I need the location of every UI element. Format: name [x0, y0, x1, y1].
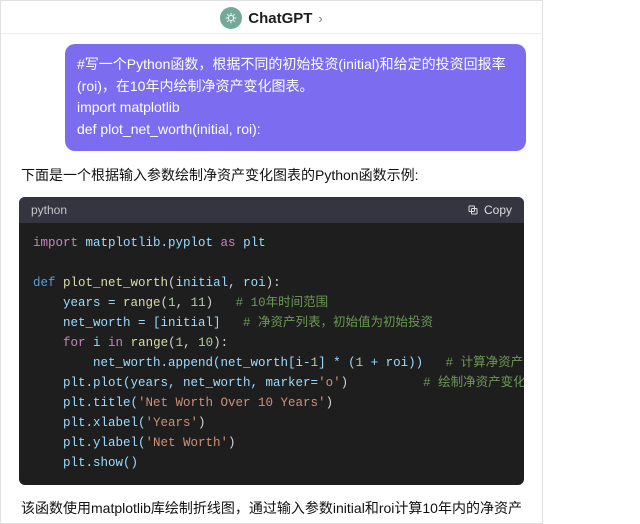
brand-title: ChatGPT	[248, 10, 312, 27]
code-lang-label: python	[31, 203, 67, 217]
user-message-line: import matplotlib	[77, 97, 514, 119]
code-block-header: python Copy	[19, 197, 524, 223]
copy-label: Copy	[484, 203, 512, 217]
code-body[interactable]: import matplotlib.pyplot as plt def plot…	[19, 223, 524, 485]
user-message-bubble: #写一个Python函数，根据不同的初始投资(initial)和给定的投资回报率…	[65, 44, 526, 151]
copy-icon	[467, 204, 479, 216]
user-message-line: def plot_net_worth(initial, roi):	[77, 119, 514, 141]
openai-logo	[220, 7, 242, 29]
user-message-line: #写一个Python函数，根据不同的初始投资(initial)和给定的投资回报率…	[77, 54, 514, 97]
copy-button[interactable]: Copy	[467, 203, 512, 217]
chevron-right-icon: ›	[318, 11, 322, 26]
chat-content: #写一个Python函数，根据不同的初始投资(initial)和给定的投资回报率…	[1, 34, 542, 524]
assistant-intro-text: 下面是一个根据输入参数绘制净资产变化图表的Python函数示例:	[21, 165, 526, 185]
assistant-explanation: 该函数使用matplotlib库绘制折线图，通过输入参数initial和roi计…	[17, 497, 526, 524]
code-block: python Copy import matplotlib.pyplot as …	[19, 197, 524, 485]
app-header: ChatGPT ›	[1, 1, 542, 34]
